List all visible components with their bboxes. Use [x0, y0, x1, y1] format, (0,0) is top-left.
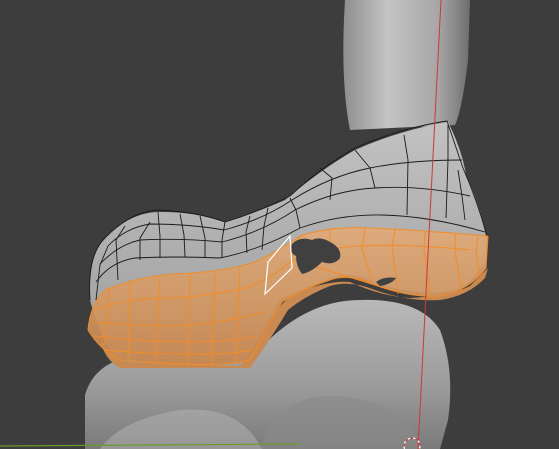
3d-viewport[interactable] — [0, 0, 559, 449]
viewport-scene[interactable] — [0, 0, 559, 449]
